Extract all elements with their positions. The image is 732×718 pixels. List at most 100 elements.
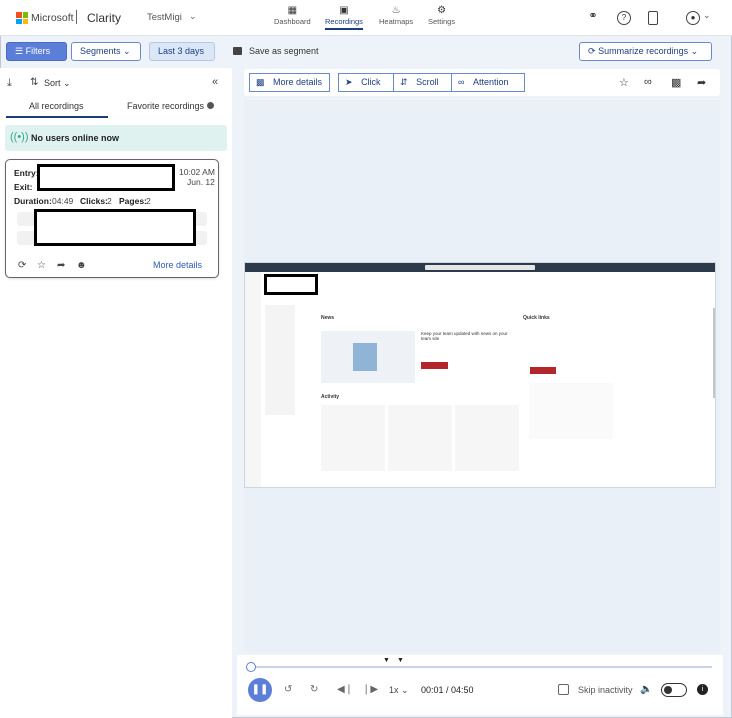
next-page-icon[interactable]: ❘▶ bbox=[362, 684, 378, 695]
scroll-heatmap-button[interactable]: ⇵ Scroll bbox=[393, 73, 452, 92]
preview-quick-links: Quick links bbox=[523, 315, 550, 321]
nav-dashboard[interactable]: ▦ Dashboard bbox=[274, 5, 311, 26]
top-navigation: Microsoft Clarity TestMigi ⌄ ▦ Dashboard… bbox=[0, 0, 732, 36]
click-heatmap-button[interactable]: ➤ Click bbox=[338, 73, 394, 92]
tab-favorite-label: Favorite recordings bbox=[127, 101, 205, 111]
recording-time: 10:02 AM bbox=[179, 167, 215, 177]
sort-button[interactable]: Sort ⌄ bbox=[44, 78, 71, 89]
preview-activity-card bbox=[321, 405, 385, 471]
scroll-icon: ⇵ bbox=[400, 77, 408, 87]
summarize-recordings-button[interactable]: ⟳ Summarize recordings ⌄ bbox=[579, 42, 712, 61]
tab-all-recordings[interactable]: All recordings bbox=[29, 101, 84, 111]
microsoft-logo-icon bbox=[16, 12, 28, 24]
tab-favorite-recordings[interactable]: Favorite recordings bbox=[127, 101, 214, 111]
info-icon[interactable]: i bbox=[697, 684, 708, 695]
chevron-down-icon: ⌄ bbox=[690, 46, 699, 56]
preview-news-headline: Keep your team updated with news on your… bbox=[421, 331, 508, 341]
exit-label: Exit: bbox=[14, 182, 33, 192]
preview-activity-card bbox=[388, 405, 452, 471]
document-icon[interactable] bbox=[648, 11, 658, 25]
rewind-icon[interactable]: ↺ bbox=[284, 684, 292, 695]
attention-heatmap-button[interactable]: ∞ Attention bbox=[451, 73, 525, 92]
redacted-pages-block bbox=[34, 209, 196, 246]
summarize-label: Summarize recordings bbox=[598, 46, 689, 56]
recording-date: Jun. 12 bbox=[187, 177, 215, 187]
chevron-down-icon: ⌄ bbox=[401, 685, 409, 695]
download-icon[interactable]: ⤓ bbox=[7, 77, 12, 90]
timeline-scrubber[interactable] bbox=[246, 662, 256, 672]
collapse-panel-icon[interactable]: « bbox=[212, 76, 218, 88]
chevron-down-icon: ⌄ bbox=[63, 78, 71, 88]
account-chevron-icon[interactable]: ⌄ bbox=[703, 10, 711, 21]
product-name: Clarity bbox=[87, 11, 122, 25]
share-users-icon[interactable]: ⚭ bbox=[586, 11, 600, 25]
skip-inactivity-checkbox[interactable] bbox=[558, 684, 569, 695]
dashboard-icon: ▦ bbox=[287, 5, 298, 16]
nav-recordings[interactable]: ▣ Recordings bbox=[325, 5, 363, 30]
date-range-label: Last 3 days bbox=[158, 46, 205, 56]
live-broadcast-icon: ((•)) bbox=[10, 131, 29, 143]
speed-selector[interactable]: 1x ⌄ bbox=[389, 685, 409, 696]
chevron-down-icon[interactable]: ⌄ bbox=[189, 11, 197, 22]
help-icon[interactable]: ? bbox=[617, 11, 631, 25]
project-selector[interactable]: TestMigi bbox=[147, 12, 182, 23]
refresh-icon[interactable]: ⟳ bbox=[18, 260, 26, 271]
nav-heatmaps[interactable]: ♨ Heatmaps bbox=[379, 5, 413, 26]
preview-left-nav bbox=[265, 305, 295, 415]
redacted-site-title bbox=[264, 274, 318, 295]
nav-settings[interactable]: ⚙ Settings bbox=[428, 5, 455, 26]
preview-activity-card bbox=[455, 405, 519, 471]
entry-label: Entry: bbox=[14, 168, 39, 178]
share-icon[interactable]: ➦ bbox=[697, 76, 706, 89]
star-icon[interactable]: ☆ bbox=[619, 76, 629, 89]
chevron-down-icon: ⌄ bbox=[123, 46, 131, 56]
online-users-banner: ((•)) No users online now bbox=[5, 125, 227, 151]
gear-icon: ⚙ bbox=[437, 5, 447, 16]
more-details-label: More details bbox=[273, 77, 323, 87]
copy-icon[interactable]: ▩ bbox=[671, 76, 681, 89]
volume-icon[interactable]: 🔈 bbox=[640, 684, 652, 695]
pages-label: Pages: bbox=[119, 196, 147, 206]
filters-button[interactable]: ☰ Filters bbox=[6, 42, 67, 61]
preview-scrollbar bbox=[713, 308, 715, 398]
more-details-button[interactable]: ▩ More details bbox=[249, 73, 330, 92]
person-icon[interactable]: ☻ bbox=[76, 260, 87, 271]
share-icon[interactable]: ➦ bbox=[57, 260, 65, 271]
save-as-segment-button[interactable]: Save as segment bbox=[249, 46, 319, 56]
scroll-label: Scroll bbox=[416, 77, 439, 87]
preview-new-button bbox=[530, 367, 556, 374]
event-marker-icon[interactable]: ▼ bbox=[383, 657, 390, 664]
filters-label: Filters bbox=[25, 46, 51, 56]
preview-activity-title: Activity bbox=[321, 394, 340, 400]
preview-news-title: News bbox=[321, 315, 335, 321]
link-icon[interactable]: ∞ bbox=[644, 76, 652, 88]
nav-heatmaps-label: Heatmaps bbox=[379, 17, 414, 26]
info-icon bbox=[206, 102, 214, 109]
preview-search-box bbox=[425, 265, 535, 270]
playback-toggle[interactable] bbox=[661, 683, 687, 697]
nav-settings-label: Settings bbox=[428, 17, 456, 26]
sort-icon: ⇅ bbox=[30, 77, 39, 88]
playback-canvas: News Keep your team updated with news on… bbox=[244, 100, 720, 652]
date-range-dropdown[interactable]: Last 3 days ⌄ bbox=[149, 42, 215, 73]
online-status-text: No users online now bbox=[31, 133, 120, 143]
preview-documents-list bbox=[529, 383, 613, 439]
forward-icon[interactable]: ↻ bbox=[310, 684, 318, 695]
segments-label: Segments bbox=[80, 46, 121, 56]
previous-page-icon[interactable]: ◀❘ bbox=[337, 684, 353, 695]
video-icon: ▣ bbox=[339, 5, 349, 16]
more-details-link[interactable]: More details bbox=[153, 260, 202, 270]
duration-label: Duration: bbox=[14, 196, 52, 206]
nav-recordings-label: Recordings bbox=[325, 17, 363, 26]
flame-icon: ♨ bbox=[391, 5, 401, 16]
star-icon[interactable]: ☆ bbox=[37, 260, 46, 271]
clicks-value: 2 bbox=[107, 196, 112, 206]
glasses-icon: ∞ bbox=[458, 77, 465, 87]
account-icon[interactable]: ● bbox=[686, 11, 700, 25]
playback-timeline[interactable] bbox=[250, 666, 712, 668]
pause-button[interactable]: ❚❚ bbox=[248, 678, 272, 702]
recording-card[interactable]: Entry: Exit: 10:02 AM Jun. 12 Duration: … bbox=[5, 159, 219, 278]
segments-dropdown[interactable]: Segments ⌄ bbox=[71, 42, 141, 61]
event-marker-icon[interactable]: ▼ bbox=[397, 657, 404, 664]
recorded-page-preview[interactable]: News Keep your team updated with news on… bbox=[244, 262, 716, 488]
